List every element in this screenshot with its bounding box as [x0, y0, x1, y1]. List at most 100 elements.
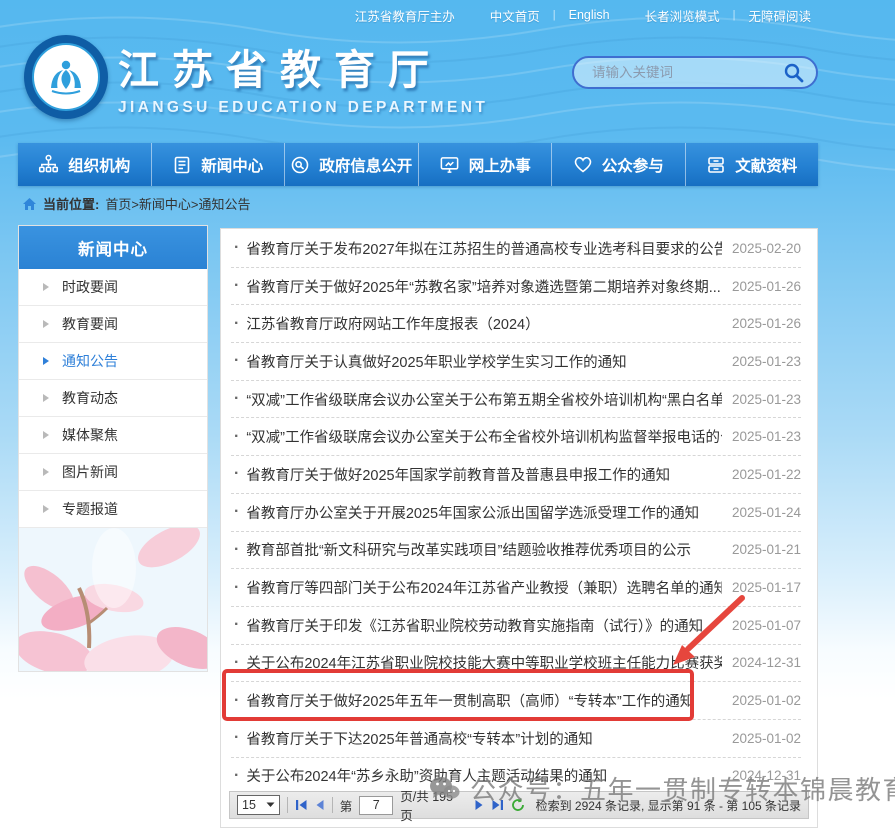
- sidebar-item-label: 媒体聚焦: [62, 425, 118, 445]
- triangle-arrow-icon: [43, 283, 49, 291]
- page-label-suffix: 页/共 195 页: [400, 786, 466, 824]
- nav-item-public-participation[interactable]: 公众参与: [552, 143, 686, 186]
- notice-title-link[interactable]: 省教育厅关于印发《江苏省职业院校劳动教育实施指南（试行）》的通知: [246, 615, 722, 636]
- bullet: ·: [234, 390, 239, 408]
- notice-row: ·省教育厅等四部门关于公布2024年江苏省产业教授（兼职）选聘名单的通知2025…: [231, 569, 801, 607]
- sidebar-item-3[interactable]: 教育动态: [19, 380, 207, 417]
- sidebar-item-label: 图片新闻: [62, 462, 118, 482]
- sidebar-item-1[interactable]: 教育要闻: [19, 306, 207, 343]
- sidebar-item-6[interactable]: 专题报道: [19, 491, 207, 528]
- bullet: ·: [234, 616, 239, 634]
- next-page-button[interactable]: [474, 799, 484, 811]
- result-summary: 检索到 2924 条记录, 显示第 91 条 - 第 105 条记录: [536, 797, 801, 814]
- notice-title-link[interactable]: 省教育厅关于发布2027年拟在江苏招生的普通高校专业选考科目要求的公告: [246, 238, 722, 259]
- notice-title-link[interactable]: 教育部首批“新文科研究与改革实践项目”结题验收推荐优秀项目的公示: [246, 539, 722, 560]
- news-icon: [172, 155, 192, 175]
- notice-date: 2025-01-02: [732, 731, 801, 746]
- notice-title-link[interactable]: 省教育厅关于认真做好2025年职业学校学生实习工作的通知: [246, 351, 722, 372]
- notice-title-link[interactable]: 省教育厅关于做好2025年“苏教名家”培养对象遴选暨第二期培养对象终期...: [246, 276, 722, 297]
- elder-mode-link[interactable]: 长者浏览模式: [645, 6, 720, 25]
- notice-row: ·关于公布2024年“苏乡永助”资助育人主题活动结果的通知2024-12-31: [231, 758, 801, 796]
- nav-item-news-center[interactable]: 新闻中心: [152, 143, 286, 186]
- notice-date: 2025-02-20: [732, 241, 801, 256]
- bullet: ·: [234, 579, 239, 597]
- notice-date: 2024-12-31: [732, 655, 801, 670]
- chinese-home-link[interactable]: 中文首页: [490, 6, 540, 25]
- nav-item-documents[interactable]: 文献资料: [686, 143, 819, 186]
- bullet: ·: [234, 428, 239, 446]
- page-size-select[interactable]: 15: [237, 795, 280, 815]
- notice-title-link[interactable]: 省教育厅关于做好2025年国家学前教育普及普惠县申报工作的通知: [246, 464, 722, 485]
- accessibility-link[interactable]: 无障碍阅读: [748, 6, 811, 25]
- page-size-value: 15: [242, 798, 256, 812]
- monitor-icon: [439, 155, 460, 175]
- notice-row: ·省教育厅关于发布2027年拟在江苏招生的普通高校专业选考科目要求的公告2025…: [231, 230, 801, 268]
- bullet: ·: [234, 465, 239, 483]
- site-title: 江苏省教育厅: [118, 36, 488, 96]
- bullet: ·: [234, 277, 239, 295]
- notice-title-link[interactable]: 省教育厅等四部门关于公布2024年江苏省产业教授（兼职）选聘名单的通知: [246, 577, 722, 598]
- host-link[interactable]: 江苏省教育厅主办: [355, 6, 455, 25]
- page-number-input[interactable]: [359, 796, 393, 815]
- search-input[interactable]: [590, 64, 783, 81]
- bullet: ·: [234, 315, 239, 333]
- notice-row: ·省教育厅关于做好2025年国家学前教育普及普惠县申报工作的通知2025-01-…: [231, 456, 801, 494]
- nav-item-gov-info[interactable]: 政府信息公开: [285, 143, 419, 186]
- notice-row: · “双减”工作省级联席会议办公室关于公布第五期全省校外培训机构“黑白名单... 2…: [231, 381, 801, 419]
- sidebar-item-label: 教育要闻: [62, 314, 118, 334]
- triangle-arrow-icon: [43, 394, 49, 402]
- info-disclosure-icon: [290, 155, 310, 175]
- first-page-button[interactable]: [295, 799, 308, 811]
- sidebar-item-label: 教育动态: [62, 388, 118, 408]
- org-chart-icon: [38, 154, 59, 175]
- notice-date: 2024-12-31: [732, 768, 801, 783]
- notice-date: 2025-01-24: [732, 505, 801, 520]
- bullet: ·: [234, 352, 239, 370]
- english-link[interactable]: English: [569, 8, 610, 22]
- bullet: ·: [234, 503, 239, 521]
- notice-title-link[interactable]: 省教育厅关于做好2025年五年一贯制高职（高师）“专转本”工作的通知: [246, 690, 722, 711]
- notice-title-link[interactable]: 关于公布2024年“苏乡永助”资助育人主题活动结果的通知: [246, 765, 722, 786]
- previous-page-button[interactable]: [315, 799, 325, 811]
- home-icon: [22, 197, 37, 211]
- sidebar-item-5[interactable]: 图片新闻: [19, 454, 207, 491]
- notice-row: ·省教育厅关于认真做好2025年职业学校学生实习工作的通知2025-01-23: [231, 343, 801, 381]
- refresh-button[interactable]: [511, 798, 525, 812]
- notice-row: · 省教育厅办公室关于开展2025年国家公派出国留学选派受理工作的通知 2025-0…: [231, 494, 801, 532]
- nav-item-online-services[interactable]: 网上办事: [419, 143, 553, 186]
- search-button[interactable]: [783, 62, 804, 83]
- notice-date: 2025-01-23: [732, 392, 801, 407]
- notice-title-link[interactable]: 省教育厅关于下达2025年普通高校“专转本”计划的通知: [246, 728, 722, 749]
- notice-list-panel: · 省教育厅关于发布2027年拟在江苏招生的普通高校专业选考科目要求的公告 2025…: [220, 228, 818, 828]
- sidebar-title: 新闻中心: [19, 226, 207, 269]
- triangle-arrow-icon: [43, 468, 49, 476]
- notice-date: 2025-01-26: [732, 316, 801, 331]
- nav-label: 文献资料: [735, 154, 797, 176]
- notice-row: ·教育部首批“新文科研究与改革实践项目”结题验收推荐优秀项目的公示2025-01…: [231, 532, 801, 570]
- bullet: ·: [234, 729, 239, 747]
- triangle-arrow-icon: [43, 357, 49, 365]
- divider: [332, 797, 333, 813]
- notice-title-link[interactable]: 省教育厅办公室关于开展2025年国家公派出国留学选派受理工作的通知: [246, 502, 722, 523]
- sidebar-item-label: 时政要闻: [62, 277, 118, 297]
- notice-date: 2025-01-23: [732, 429, 801, 444]
- notice-title-link[interactable]: “双减”工作省级联席会议办公室关于公布第五期全省校外培训机构“黑白名单...: [246, 389, 722, 410]
- breadcrumb-path[interactable]: 首页>新闻中心>通知公告: [105, 194, 250, 213]
- notice-title-link[interactable]: 江苏省教育厅政府网站工作年度报表（2024）: [246, 313, 722, 334]
- sidebar-item-2[interactable]: 通知公告: [19, 343, 207, 380]
- notice-row: ·省教育厅关于做好2025年“苏教名家”培养对象遴选暨第二期培养对象终期...2…: [231, 268, 801, 306]
- divider: |: [733, 9, 736, 21]
- nav-item-organization[interactable]: 组织机构: [18, 143, 152, 186]
- triangle-arrow-icon: [43, 505, 49, 513]
- sidebar-item-label: 专题报道: [62, 499, 118, 519]
- notice-title-link[interactable]: “双减”工作省级联席会议办公室关于公布全省校外培训机构监督举报电话的公...: [246, 426, 722, 447]
- sidebar-item-4[interactable]: 媒体聚焦: [19, 417, 207, 454]
- main-navigation: 组织机构 新闻中心 政府信息公开 网上办事 公众参与 文献资料: [18, 143, 818, 186]
- notice-title-link[interactable]: 关于公布2024年江苏省职业院校技能大赛中等职业学校班主任能力比赛获奖...: [246, 652, 722, 673]
- first-page-icon: [295, 799, 308, 811]
- bullet: ·: [234, 541, 239, 559]
- chevron-down-icon: [266, 802, 275, 808]
- sidebar-item-0[interactable]: 时政要闻: [19, 269, 207, 306]
- heart-icon: [573, 155, 593, 174]
- last-page-button[interactable]: [491, 799, 504, 811]
